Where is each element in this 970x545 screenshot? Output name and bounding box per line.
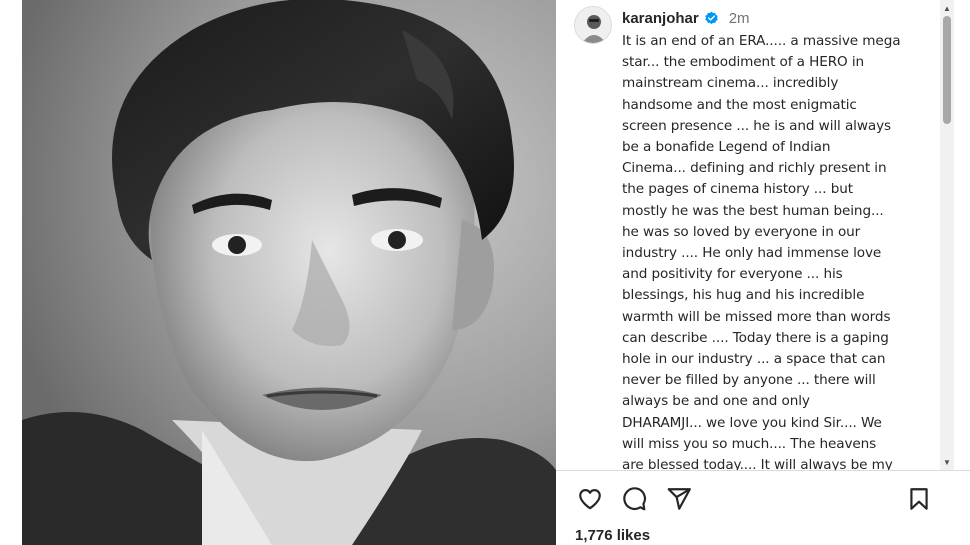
caption-area: karanjohar 2m It is an end of an ERA....…	[556, 0, 970, 470]
like-button[interactable]	[575, 484, 605, 514]
post-timestamp: 2m	[728, 9, 750, 27]
post-caption: It is an end of an ERA..... a massive me…	[622, 33, 901, 470]
comment-icon	[623, 487, 646, 511]
scroll-down-arrow-icon[interactable]: ▼	[940, 456, 954, 468]
scrollbar-thumb[interactable]	[943, 16, 951, 124]
bookmark-icon	[910, 488, 928, 510]
username-link[interactable]: karanjohar	[622, 10, 699, 27]
likes-count[interactable]: 1,776 likes	[575, 527, 650, 544]
post-photo[interactable]	[22, 0, 556, 545]
caption-scrollbar[interactable]: ▲ ▼	[940, 0, 954, 470]
portrait-photo	[22, 0, 556, 545]
heart-icon	[579, 489, 601, 510]
verified-badge-icon	[704, 11, 719, 26]
comment-button[interactable]	[619, 484, 649, 514]
avatar-image	[575, 7, 611, 43]
post-header: karanjohar 2m	[622, 8, 750, 28]
scroll-up-arrow-icon[interactable]: ▲	[940, 2, 954, 14]
instagram-post: karanjohar 2m It is an end of an ERA....…	[0, 0, 970, 545]
actions-divider	[556, 470, 970, 471]
send-icon	[667, 488, 691, 510]
save-button[interactable]	[904, 484, 934, 514]
avatar[interactable]	[574, 6, 612, 44]
action-bar	[556, 484, 970, 516]
post-sidebar: karanjohar 2m It is an end of an ERA....…	[556, 0, 970, 545]
share-button[interactable]	[664, 484, 694, 514]
